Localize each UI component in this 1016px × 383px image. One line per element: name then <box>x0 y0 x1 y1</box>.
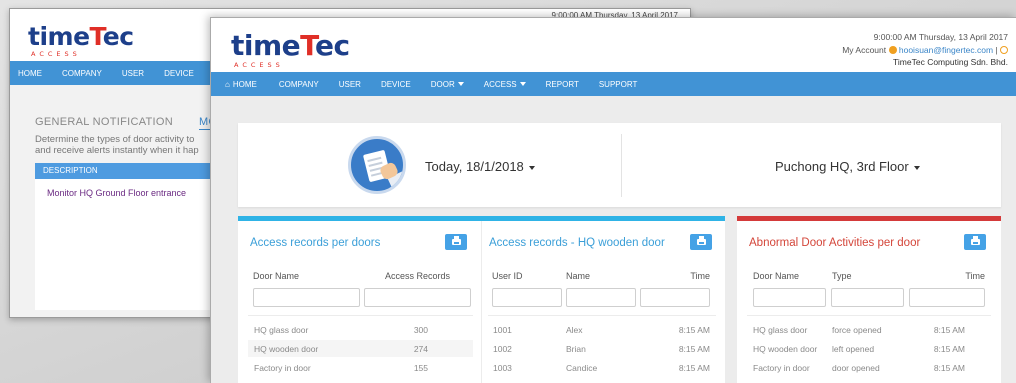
column-header: Type <box>832 271 852 281</box>
print-button[interactable] <box>690 234 712 250</box>
filter-divider <box>621 134 622 197</box>
table-cell: left opened <box>832 344 875 354</box>
header-separator: | <box>995 44 998 55</box>
divider <box>248 315 473 316</box>
table-cell: door opened <box>832 363 880 373</box>
column-header: Time <box>690 271 710 281</box>
nav-door[interactable]: DOOR <box>431 80 464 89</box>
nav-company[interactable]: COMPANY <box>279 80 319 89</box>
home-icon: ⌂ <box>225 79 230 89</box>
table-cell: HQ wooden door <box>254 344 319 354</box>
column-header: User ID <box>492 271 523 281</box>
access-records-panel: Access records per doors Door Name Acces… <box>238 216 725 383</box>
main-nav-bar: ⌂ HOME COMPANY USER DEVICE DOOR ACCESS RE… <box>211 72 1016 96</box>
table-cell: HQ wooden door <box>753 344 818 354</box>
time-filter-input[interactable] <box>909 288 985 307</box>
table-cell: Candice <box>566 363 598 373</box>
printer-icon <box>451 236 461 245</box>
table-cell: 1002 <box>493 344 512 354</box>
nav-access[interactable]: ACCESS <box>484 80 526 89</box>
table-cell: HQ glass door <box>753 325 808 335</box>
header-timestamp: 9:00:00 AM Thursday, 13 April 2017 <box>873 32 1008 42</box>
access-records-filter-input[interactable] <box>364 288 471 307</box>
chevron-down-icon <box>457 81 464 86</box>
table-cell: 8:15 AM <box>678 344 710 354</box>
logout-power-icon[interactable] <box>1000 45 1008 54</box>
table-cell: Factory in door <box>753 363 810 373</box>
nav-user[interactable]: USER <box>339 80 361 89</box>
divider <box>488 315 716 316</box>
column-header: Door Name <box>253 271 300 281</box>
chevron-down-icon <box>519 81 526 86</box>
table-cell: 274 <box>413 344 428 354</box>
table-cell: 8:15 AM <box>678 363 710 373</box>
door-name-filter-input[interactable] <box>253 288 360 307</box>
column-header: Door Name <box>753 271 800 281</box>
print-button[interactable] <box>445 234 467 250</box>
settings-gear-icon[interactable] <box>888 45 897 54</box>
print-button[interactable] <box>964 234 986 250</box>
type-filter-input[interactable] <box>831 288 904 307</box>
door-name-filter-input[interactable] <box>753 288 826 307</box>
back-tabs: GENERAL NOTIFICATION MONIT <box>35 116 236 130</box>
printer-icon <box>696 236 706 245</box>
back-nav-home[interactable]: HOME <box>18 69 42 78</box>
printer-icon <box>970 236 980 245</box>
tab-general-notification[interactable]: GENERAL NOTIFICATION <box>35 116 173 130</box>
location-dropdown[interactable]: Puchong HQ, 3rd Floor <box>775 159 920 174</box>
table-cell: Alex <box>566 325 583 335</box>
table-cell: Factory in door <box>254 363 311 373</box>
table-cell: 8:15 AM <box>933 344 965 354</box>
back-nav-company[interactable]: COMPANY <box>62 69 102 78</box>
nav-device[interactable]: DEVICE <box>381 80 411 89</box>
header-account-info: 9:00:00 AM Thursday, 13 April 2017 My Ac… <box>842 31 1008 69</box>
name-filter-input[interactable] <box>566 288 636 307</box>
hq-wooden-door-title: Access records - HQ wooden door <box>489 237 665 249</box>
chevron-down-icon <box>528 166 535 170</box>
table-cell: 1003 <box>493 363 512 373</box>
dashboard-window: timeTec ACCESS 9:00:00 AM Thursday, 13 A… <box>210 17 1016 383</box>
account-email-link[interactable]: hooisuan@fingertec.com <box>899 45 993 55</box>
table-cell: 8:15 AM <box>933 363 965 373</box>
table-cell: force opened <box>832 325 882 335</box>
table-cell: Brian <box>566 344 586 354</box>
table-cell: 8:15 AM <box>933 325 965 335</box>
nav-support[interactable]: SUPPORT <box>599 80 638 89</box>
back-nav-user[interactable]: USER <box>122 69 144 78</box>
back-nav-device[interactable]: DEVICE <box>164 69 194 78</box>
date-dropdown[interactable]: Today, 18/1/2018 <box>425 159 535 174</box>
time-filter-input[interactable] <box>640 288 710 307</box>
access-per-doors-title: Access records per doors <box>250 237 381 249</box>
abnormal-activities-panel: Abnormal Door Activities per door Door N… <box>737 216 1001 383</box>
panel-divider <box>481 221 482 383</box>
user-id-filter-input[interactable] <box>492 288 562 307</box>
divider <box>747 315 991 316</box>
my-account-label: My Account <box>842 44 887 55</box>
column-header: Time <box>965 271 985 281</box>
timetec-logo[interactable]: timeTec ACCESS <box>231 32 350 70</box>
back-description: Determine the types of door activity to … <box>35 134 199 156</box>
table-cell: 1001 <box>493 325 512 335</box>
calendar-icon <box>348 136 406 194</box>
back-timetec-logo: timeTec ACCESS <box>28 22 134 58</box>
table-cell: HQ glass door <box>254 325 309 335</box>
column-header: Name <box>566 271 591 281</box>
nav-report[interactable]: REPORT <box>546 80 579 89</box>
table-cell: 8:15 AM <box>678 325 710 335</box>
nav-home[interactable]: ⌂ HOME <box>225 80 257 89</box>
filter-card: Today, 18/1/2018 Puchong HQ, 3rd Floor <box>238 123 1001 207</box>
table-cell: 155 <box>413 363 428 373</box>
company-name: TimeTec Computing Sdn. Bhd. <box>893 57 1008 67</box>
chevron-down-icon <box>913 166 920 170</box>
table-cell: 300 <box>413 325 428 335</box>
column-header: Access Records <box>385 271 451 281</box>
app-header: timeTec ACCESS 9:00:00 AM Thursday, 13 A… <box>211 18 1016 72</box>
abnormal-activities-title: Abnormal Door Activities per door <box>749 237 921 249</box>
